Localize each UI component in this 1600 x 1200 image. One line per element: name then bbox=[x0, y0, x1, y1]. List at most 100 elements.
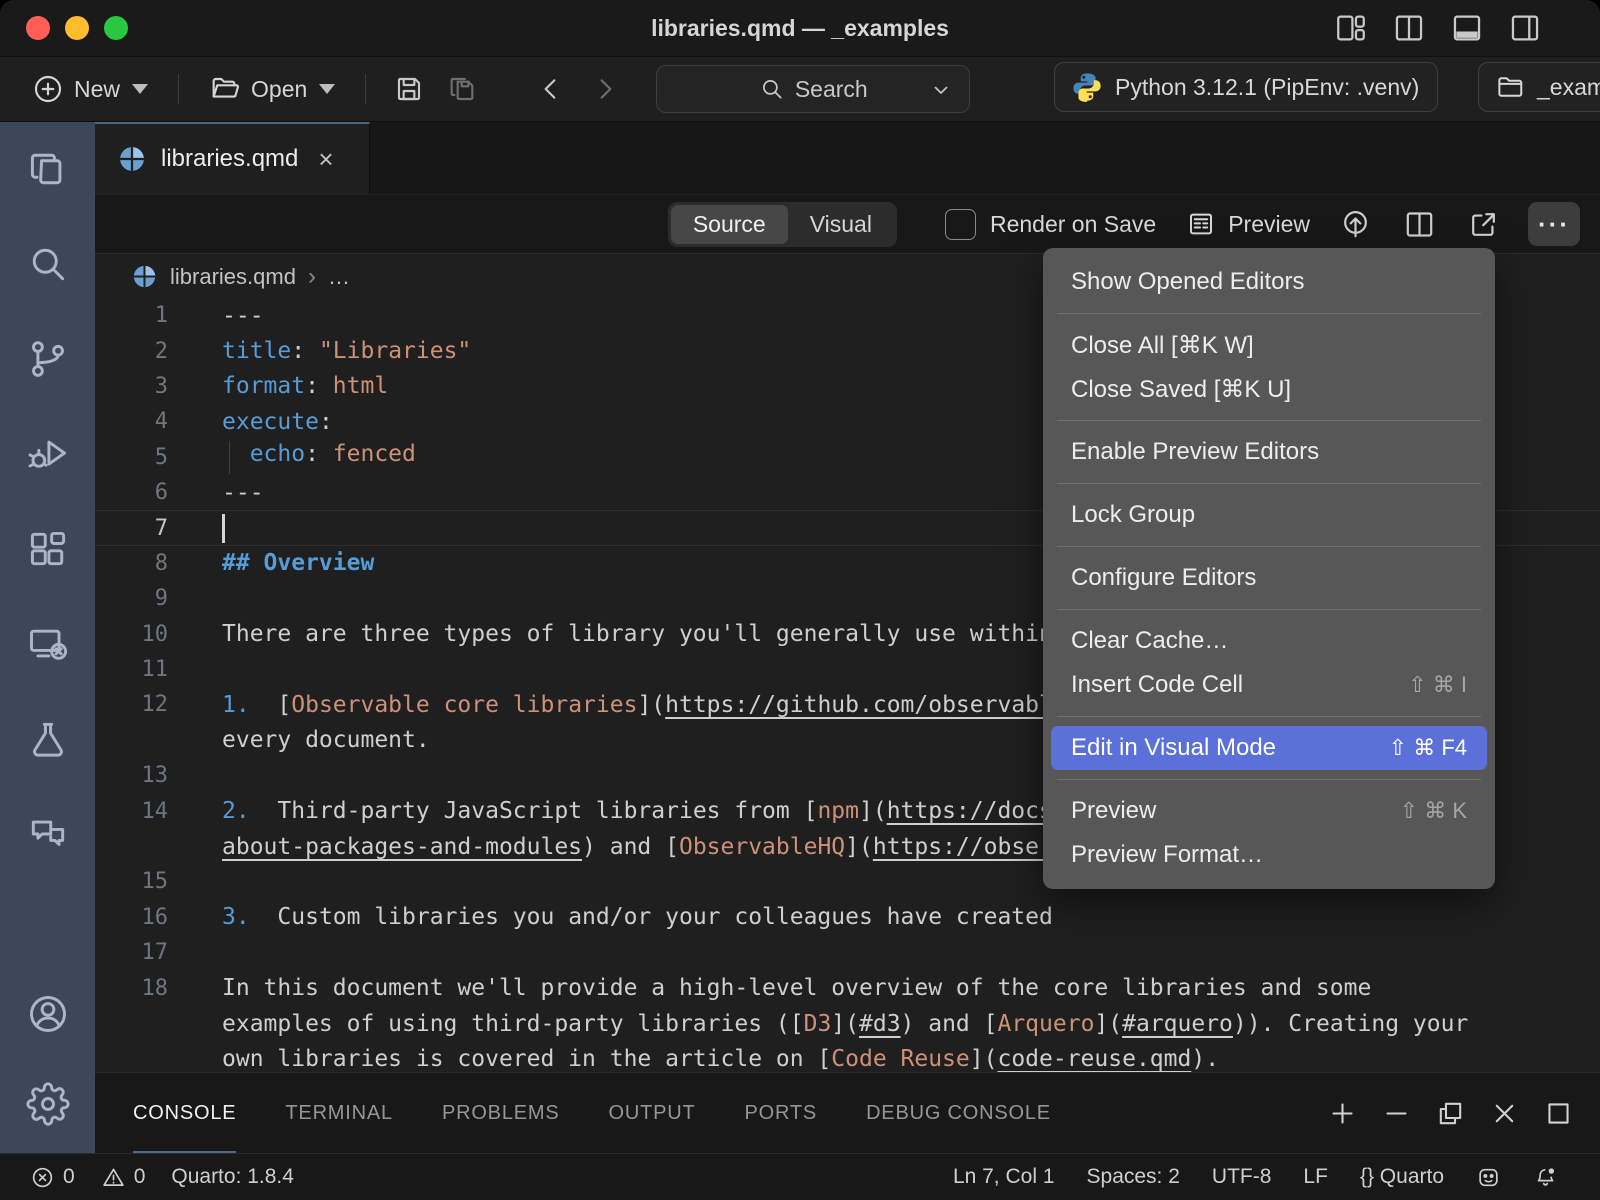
code-token: examples of using third-party libraries … bbox=[222, 1011, 804, 1037]
code-token: : bbox=[305, 373, 333, 399]
status-ln-7-col-1[interactable]: Ln 7, Col 1 bbox=[953, 1165, 1055, 1189]
activity-comments-icon[interactable] bbox=[25, 811, 71, 857]
open-button[interactable]: Open bbox=[199, 67, 345, 111]
code-token: ]( bbox=[845, 834, 873, 860]
status-spaces-2[interactable]: Spaces: 2 bbox=[1087, 1165, 1180, 1189]
status-error[interactable]: 0 bbox=[30, 1165, 75, 1190]
activity-source-control-icon[interactable] bbox=[25, 336, 71, 382]
panel-tab-debug-console[interactable]: DEBUG CONSOLE bbox=[866, 1073, 1051, 1153]
menu-item-preview-format[interactable]: Preview Format… bbox=[1043, 833, 1495, 877]
menu-item-configure-editors[interactable]: Configure Editors bbox=[1043, 556, 1495, 600]
activity-extensions-icon[interactable] bbox=[25, 526, 71, 572]
activity-run-debug-icon[interactable] bbox=[25, 431, 71, 477]
menu-item-enable-preview-editors[interactable]: Enable Preview Editors bbox=[1043, 430, 1495, 474]
workspace-folder-button[interactable]: _examples bbox=[1478, 62, 1600, 112]
panel-close-icon[interactable] bbox=[1489, 1098, 1520, 1129]
code-token: fenced bbox=[333, 441, 416, 467]
panel-tab-terminal[interactable]: TERMINAL bbox=[285, 1073, 393, 1153]
code-token: echo bbox=[222, 441, 305, 467]
menu-item-lock-group[interactable]: Lock Group bbox=[1043, 493, 1495, 537]
code-token: code-reuse.qmd bbox=[997, 1046, 1191, 1072]
close-window-button[interactable] bbox=[26, 16, 50, 40]
chevron-down-icon bbox=[132, 84, 148, 94]
customize-layout-icon[interactable] bbox=[1334, 11, 1368, 45]
menu-item-show-opened-editors[interactable]: Show Opened Editors bbox=[1043, 260, 1495, 304]
code-token: : bbox=[319, 409, 333, 435]
menu-item-close-saved-k-u[interactable]: Close Saved [⌘K U] bbox=[1043, 367, 1495, 411]
status-quarto[interactable]: {} Quarto bbox=[1360, 1165, 1444, 1189]
activity-search-icon[interactable] bbox=[25, 241, 71, 287]
toggle-panel-icon[interactable] bbox=[1450, 11, 1484, 45]
new-button[interactable]: New bbox=[22, 67, 158, 111]
activity-sessions-icon[interactable] bbox=[25, 621, 71, 667]
panel-tab-output[interactable]: OUTPUT bbox=[608, 1073, 695, 1153]
menu-item-insert-code-cell[interactable]: Insert Code Cell⇧ ⌘ I bbox=[1043, 663, 1495, 707]
split-editor-icon[interactable] bbox=[1400, 205, 1438, 243]
menu-item-label: Close Saved [⌘K U] bbox=[1071, 375, 1467, 404]
code-token: 1. bbox=[222, 692, 250, 718]
line-number: 7 bbox=[95, 516, 168, 541]
menu-item-close-all-k-w[interactable]: Close All [⌘K W] bbox=[1043, 323, 1495, 367]
panel-maximize-icon[interactable] bbox=[1543, 1098, 1574, 1129]
app-window: libraries.qmd — _examples New Open bbox=[0, 0, 1600, 1200]
panel-tab-problems[interactable]: PROBLEMS bbox=[442, 1073, 560, 1153]
activity-settings-icon[interactable] bbox=[25, 1081, 71, 1127]
menu-item-preview[interactable]: Preview⇧ ⌘ K bbox=[1043, 789, 1495, 833]
panel-tab-ports[interactable]: PORTS bbox=[745, 1073, 818, 1153]
code-token: Observable core libraries bbox=[291, 692, 637, 718]
status-warning[interactable]: 0 bbox=[101, 1165, 146, 1190]
code-token: format bbox=[222, 373, 305, 399]
save-all-button[interactable] bbox=[440, 66, 486, 112]
code-text: In this document we'll provide a high-le… bbox=[222, 975, 1371, 1001]
status-bell-dot[interactable] bbox=[1533, 1165, 1558, 1190]
tab-close-icon[interactable]: × bbox=[318, 144, 333, 175]
visual-mode-button[interactable]: Visual bbox=[788, 205, 894, 244]
menu-item-label: Preview bbox=[1071, 797, 1400, 825]
code-text: examples of using third-party libraries … bbox=[222, 1011, 1468, 1037]
panel-add-icon[interactable] bbox=[1327, 1098, 1358, 1129]
source-mode-button[interactable]: Source bbox=[671, 205, 788, 244]
navigate-forward-button[interactable] bbox=[582, 66, 628, 112]
search-input[interactable]: Search bbox=[656, 65, 970, 113]
code-token: ) and [ bbox=[901, 1011, 998, 1037]
line-number: 2 bbox=[95, 339, 168, 364]
chevron-right-icon: › bbox=[308, 263, 316, 291]
traffic-lights bbox=[26, 0, 128, 56]
menu-item-clear-cache[interactable]: Clear Cache… bbox=[1043, 619, 1495, 663]
tab-label: libraries.qmd bbox=[161, 145, 298, 173]
line-number: 5 bbox=[95, 445, 168, 470]
code-token: ]( bbox=[970, 1046, 998, 1072]
tab-libraries-qmd[interactable]: libraries.qmd × bbox=[95, 122, 370, 194]
status-quarto-1-8-4[interactable]: Quarto: 1.8.4 bbox=[171, 1165, 294, 1189]
status-utf-8[interactable]: UTF-8 bbox=[1212, 1165, 1272, 1189]
render-icon[interactable] bbox=[1336, 205, 1374, 243]
breadcrumb-more[interactable]: … bbox=[328, 264, 350, 290]
zoom-window-button[interactable] bbox=[104, 16, 128, 40]
open-in-new-window-icon[interactable] bbox=[1464, 205, 1502, 243]
line-number: 18 bbox=[95, 976, 168, 1001]
panel-tab-console[interactable]: CONSOLE bbox=[133, 1073, 236, 1153]
activity-account-icon[interactable] bbox=[25, 991, 71, 1037]
menu-item-edit-in-visual-mode[interactable]: Edit in Visual Mode⇧ ⌘ F4 bbox=[1051, 726, 1487, 770]
minimize-window-button[interactable] bbox=[65, 16, 89, 40]
toggle-secondary-sidebar-icon[interactable] bbox=[1508, 11, 1542, 45]
panel-restore-icon[interactable] bbox=[1435, 1098, 1466, 1129]
render-on-save-checkbox[interactable] bbox=[945, 209, 976, 240]
status-lf[interactable]: LF bbox=[1303, 1165, 1328, 1189]
breadcrumb-file[interactable]: libraries.qmd bbox=[170, 264, 296, 290]
line-number: 15 bbox=[95, 869, 168, 894]
code-token: ObservableHQ bbox=[679, 834, 845, 860]
save-button[interactable] bbox=[386, 66, 432, 112]
status-feedback[interactable] bbox=[1476, 1165, 1501, 1190]
error-icon bbox=[30, 1165, 55, 1190]
interpreter-selector[interactable]: Python 3.12.1 (PipEnv: .venv) bbox=[1054, 62, 1438, 112]
activity-testing-icon[interactable] bbox=[25, 716, 71, 762]
split-editor-layout-icon[interactable] bbox=[1392, 11, 1426, 45]
preview-button[interactable]: Preview bbox=[1186, 209, 1310, 239]
activity-explorer-icon[interactable] bbox=[25, 146, 71, 192]
panel-minimize-icon[interactable] bbox=[1381, 1098, 1412, 1129]
code-token: There are three types of library you'll … bbox=[222, 621, 1164, 647]
more-actions-button[interactable]: ··· bbox=[1528, 202, 1580, 246]
code-token: Arquero bbox=[997, 1011, 1094, 1037]
navigate-back-button[interactable] bbox=[528, 66, 574, 112]
